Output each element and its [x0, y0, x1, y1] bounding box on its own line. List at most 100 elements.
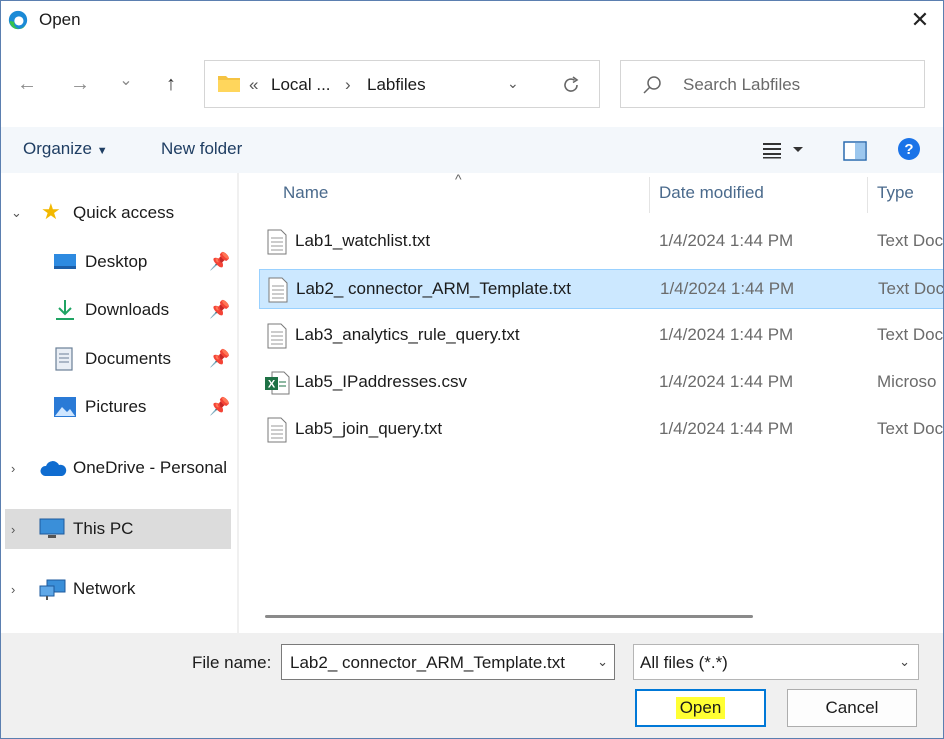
column-header-type[interactable]: Type — [877, 183, 914, 203]
forward-button[interactable]: → — [65, 67, 95, 101]
file-list: ^ Name Date modified Type Lab1_watchlist… — [239, 173, 943, 633]
file-type: Text Doc — [877, 325, 943, 344]
close-icon: ✕ — [910, 7, 930, 32]
column-divider[interactable] — [649, 177, 650, 213]
forward-arrow-icon: → — [70, 72, 90, 95]
organize-label: Organize — [23, 139, 92, 158]
sidebar-item-label: Desktop — [85, 252, 148, 271]
search-input[interactable] — [681, 73, 915, 97]
address-overflow-chevron[interactable]: « — [249, 75, 258, 95]
sidebar-item-label: Downloads — [85, 300, 170, 319]
svg-text:X: X — [268, 379, 276, 391]
file-type-filter-select[interactable]: All files (*.*) ⌄ — [633, 644, 919, 680]
file-date: 1/4/2024 1:44 PM — [659, 325, 794, 344]
sidebar-item-network[interactable]: › Network — [1, 569, 237, 609]
pictures-icon — [54, 397, 76, 417]
pin-icon: 📌 — [209, 349, 231, 368]
search-icon — [643, 76, 661, 94]
sidebar-item-downloads[interactable]: Downloads 📌 — [1, 290, 237, 330]
file-name-input[interactable] — [288, 652, 582, 674]
open-button[interactable]: Open — [635, 689, 766, 727]
text-file-icon — [267, 417, 287, 443]
dropdown-arrow-icon: ▼ — [96, 145, 108, 157]
file-row[interactable]: Lab5_join_query.txt 1/4/2024 1:44 PM Tex… — [259, 410, 943, 450]
computer-icon — [39, 518, 65, 538]
address-separator[interactable]: › — [345, 75, 351, 95]
refresh-button[interactable] — [557, 71, 585, 99]
column-divider[interactable] — [867, 177, 868, 213]
documents-icon — [55, 347, 73, 371]
view-options-icon[interactable] — [761, 141, 805, 159]
search-box[interactable] — [620, 60, 925, 108]
sidebar-item-desktop[interactable]: Desktop 📌 — [1, 242, 237, 282]
organize-button[interactable]: Organize ▼ — [23, 139, 108, 159]
file-row[interactable]: Lab1_watchlist.txt 1/4/2024 1:44 PM Text… — [259, 222, 943, 262]
sidebar-item-label: Network — [73, 579, 136, 598]
command-toolbar: Organize ▼ New folder ? — [1, 127, 943, 173]
recent-locations-button[interactable]: ⌄ — [111, 63, 141, 97]
sidebar-item-quick-access[interactable]: ⌄ ★ Quick access — [1, 193, 237, 233]
expanded-chevron-icon[interactable]: ⌄ — [11, 205, 22, 221]
text-file-icon — [267, 323, 287, 349]
preview-pane-icon[interactable] — [843, 141, 867, 161]
sidebar-item-this-pc[interactable]: › This PC — [5, 509, 231, 549]
sidebar-item-onedrive[interactable]: › OneDrive - Personal — [1, 448, 237, 488]
downloads-icon — [56, 300, 74, 320]
chevron-down-icon[interactable]: ⌄ — [597, 654, 608, 670]
new-folder-button[interactable]: New folder — [161, 139, 242, 159]
help-icon[interactable]: ? — [897, 137, 921, 161]
up-button[interactable]: ↑ — [156, 67, 186, 101]
cancel-button[interactable]: Cancel — [787, 689, 917, 727]
file-row-selected[interactable]: Lab2_ connector_ARM_Template.txt 1/4/202… — [259, 269, 943, 309]
address-segment-labfiles[interactable]: Labfiles — [367, 75, 426, 95]
file-name: Lab3_analytics_rule_query.txt — [295, 325, 520, 344]
sidebar-item-label: Pictures — [85, 397, 147, 416]
sidebar-item-label: Documents — [85, 349, 171, 368]
star-icon: ★ — [41, 199, 61, 224]
back-arrow-icon: ← — [17, 72, 37, 95]
sidebar-item-documents[interactable]: Documents 📌 — [1, 339, 237, 379]
chevron-down-icon: ⌄ — [899, 654, 910, 669]
file-row[interactable]: X Lab5_IPaddresses.csv 1/4/2024 1:44 PM … — [259, 363, 943, 403]
chevron-right-icon[interactable]: › — [11, 522, 15, 537]
file-name: Lab5_join_query.txt — [295, 419, 443, 438]
address-segment-local[interactable]: Local ... — [271, 75, 331, 95]
column-header-name[interactable]: Name — [283, 183, 328, 203]
navigation-pane: ⌄ ★ Quick access Desktop 📌 Downloads 📌 D… — [1, 173, 237, 633]
open-file-dialog: Open ✕ ← → ⌄ ↑ « Local ... › Labfiles ⌄ — [0, 0, 944, 739]
file-name-combobox[interactable]: ⌄ — [281, 644, 615, 680]
network-icon — [39, 579, 66, 600]
title-bar: Open ✕ — [1, 1, 943, 39]
up-arrow-icon: ↑ — [166, 72, 176, 95]
chevron-right-icon[interactable]: › — [11, 461, 15, 476]
text-file-icon — [268, 277, 288, 303]
desktop-icon — [54, 254, 76, 269]
chevron-down-icon: ⌄ — [119, 72, 133, 89]
file-date: 1/4/2024 1:44 PM — [659, 419, 794, 438]
sidebar-item-pictures[interactable]: Pictures 📌 — [1, 387, 237, 427]
dialog-footer: File name: ⌄ All files (*.*) ⌄ Open Canc… — [1, 633, 943, 738]
file-row[interactable]: Lab3_analytics_rule_query.txt 1/4/2024 1… — [259, 316, 943, 356]
horizontal-scrollbar[interactable] — [265, 615, 753, 618]
edge-app-icon — [8, 10, 28, 30]
close-button[interactable]: ✕ — [897, 1, 943, 39]
file-date: 1/4/2024 1:44 PM — [660, 279, 795, 298]
cancel-button-label: Cancel — [825, 698, 879, 717]
back-button[interactable]: ← — [12, 67, 42, 101]
column-header-date-modified[interactable]: Date modified — [659, 183, 764, 203]
text-file-icon — [267, 229, 287, 255]
address-dropdown-icon[interactable]: ⌄ — [507, 75, 519, 92]
sidebar-item-label: This PC — [73, 519, 134, 538]
pin-icon: 📌 — [209, 252, 231, 271]
open-button-label: Open — [675, 697, 726, 719]
excel-file-icon: X — [265, 371, 290, 395]
sort-ascending-icon: ^ — [455, 173, 462, 187]
file-date: 1/4/2024 1:44 PM — [659, 231, 794, 250]
pin-icon: 📌 — [209, 300, 231, 319]
file-type: Microso — [877, 372, 937, 391]
address-bar[interactable]: « Local ... › Labfiles ⌄ — [204, 60, 600, 108]
file-type: Text Doc — [878, 279, 943, 298]
chevron-right-icon[interactable]: › — [11, 582, 15, 597]
file-name: Lab2_ connector_ARM_Template.txt — [296, 279, 571, 298]
svg-text:?: ? — [904, 141, 913, 158]
